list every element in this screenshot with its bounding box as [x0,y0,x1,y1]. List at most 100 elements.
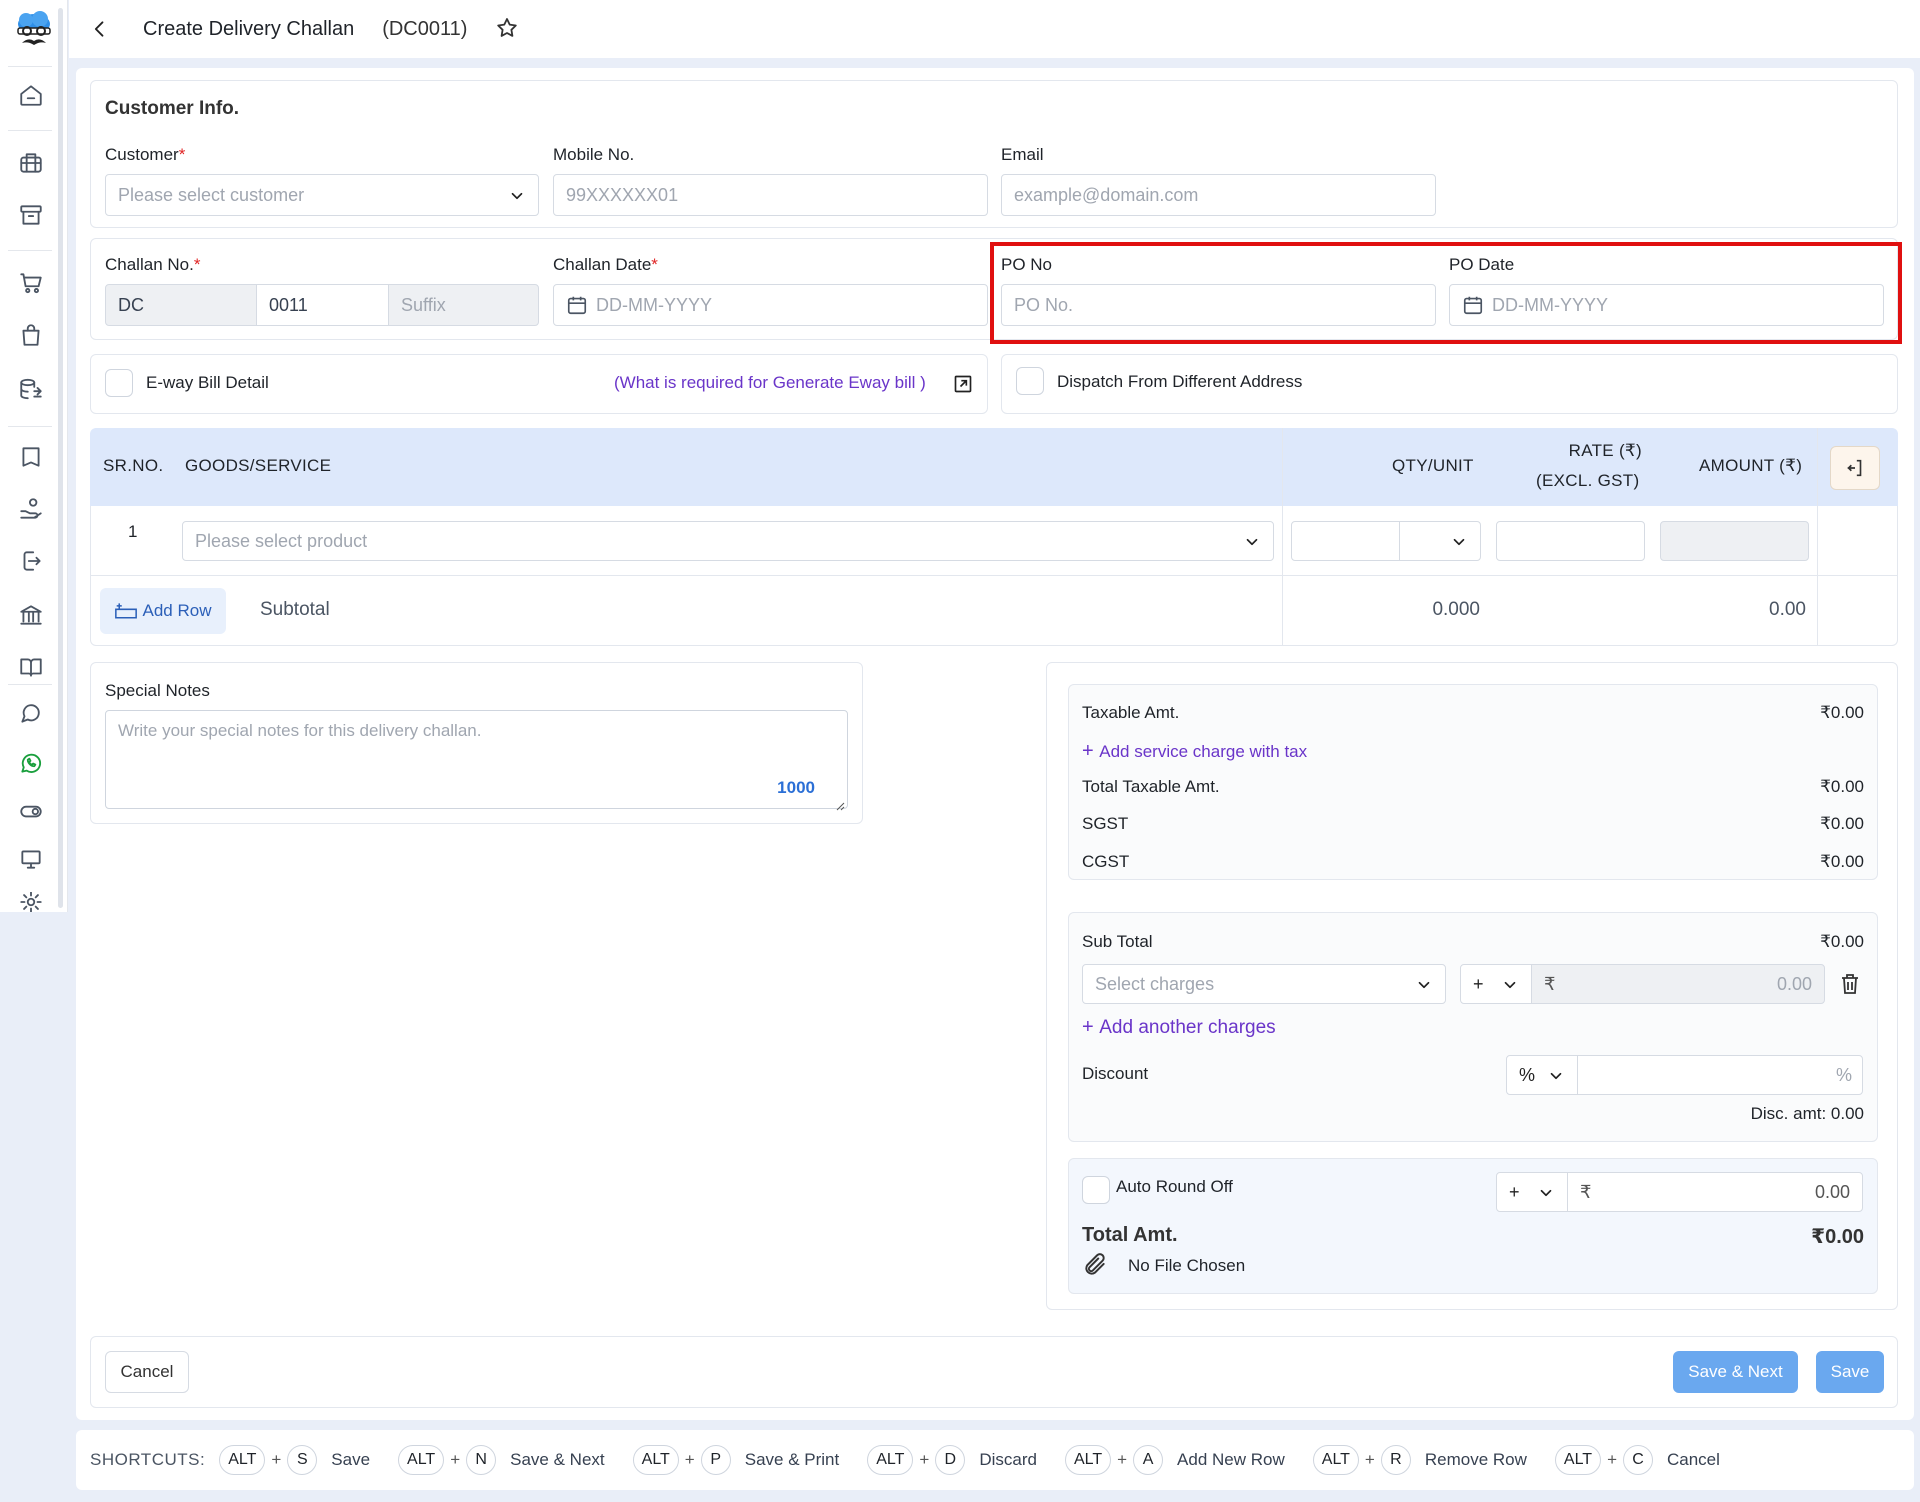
delete-charge-icon[interactable] [1838,972,1862,996]
dispatch-label: Dispatch From Different Address [1057,372,1303,391]
chevron-left-icon [94,21,104,37]
support-chat-icon[interactable] [16,698,46,728]
cart-icon[interactable] [16,268,46,298]
external-link-icon[interactable] [953,374,973,394]
page-header: Create Delivery Challan (DC0011) [69,0,1920,58]
challan-number-input[interactable]: 0011 [256,284,389,326]
archive-icon[interactable] [16,200,46,230]
product-select[interactable]: Please select product [182,521,1274,561]
auto-round-off-checkbox[interactable] [1082,1176,1110,1204]
sidebar-scrollbar[interactable] [58,8,63,908]
challan-suffix-field[interactable]: Suffix [388,284,539,326]
back-button[interactable] [85,14,115,44]
save-next-button[interactable]: Save & Next [1673,1351,1798,1393]
round-off-amount-input[interactable]: ₹0.00 [1567,1172,1863,1212]
charge-sign-select[interactable]: + [1460,964,1532,1004]
sign-out-icon[interactable] [16,546,46,576]
po-highlight-box [990,242,1902,344]
shortcut-key: A [1133,1445,1164,1475]
monitor-icon[interactable] [16,844,46,874]
customer-label: Customer* [105,145,186,164]
col-qty: QTY/UNIT [1392,456,1474,475]
sidebar-divider [8,250,52,251]
column-settings-button[interactable] [1830,446,1880,490]
sidebar-divider [8,130,52,131]
home-icon[interactable] [16,80,46,110]
special-notes-textarea[interactable]: Write your special notes for this delive… [105,710,848,811]
save-button[interactable]: Save [1816,1351,1884,1393]
dispatch-checkbox[interactable] [1016,367,1044,395]
add-row-button[interactable]: Add Row [100,588,226,634]
email-label: Email [1001,145,1044,164]
customer-info-title: Customer Info. [105,98,240,119]
chevron-down-icon [1415,976,1433,994]
sgst-label: SGST [1082,814,1129,833]
qty-input[interactable] [1291,521,1400,561]
chevron-down-icon [1501,976,1519,994]
round-sign-select[interactable]: + [1496,1172,1568,1212]
shortcut-label: Remove Row [1424,1450,1527,1469]
toggle-icon[interactable] [16,796,46,826]
paperclip-icon[interactable] [1082,1252,1108,1278]
charges-select[interactable]: Select charges [1082,964,1446,1004]
rate-input[interactable] [1496,521,1645,561]
challan-date-input[interactable]: DD-MM-YYYY [553,284,988,326]
resize-handle-icon[interactable] [835,796,845,811]
shortcut-key: N [466,1445,497,1475]
bank-icon[interactable] [16,600,46,630]
subtotal-label: Subtotal [260,599,330,620]
chevron-down-icon [1243,533,1261,551]
hand-coins-icon[interactable] [16,494,46,524]
mobile-input[interactable]: 99XXXXXX01 [553,174,988,216]
shopping-bag-icon[interactable] [16,320,46,350]
shortcut-mod-key: ALT [1312,1445,1359,1475]
sidebar-divider [8,684,52,685]
subtotal-qty: 0.000 [1432,599,1480,620]
star-icon [497,18,518,37]
shortcut-mod-key: ALT [1064,1445,1112,1475]
briefcase-icon[interactable] [16,148,46,178]
shortcut-mod-key: ALT [867,1445,914,1475]
amount-field [1660,521,1809,561]
cancel-button[interactable]: Cancel [105,1351,189,1393]
shortcut-key: P [700,1445,731,1475]
chevron-down-icon [1547,1067,1565,1085]
row-number: 1 [128,522,138,541]
shortcut-label: Save [331,1450,371,1469]
discount-input[interactable]: % [1577,1055,1863,1095]
subtotal-amount: 0.00 [1769,599,1806,620]
favorite-button[interactable] [495,16,521,42]
add-service-charge-link[interactable]: + Add service charge with tax [1082,740,1307,763]
total-taxable-value: ₹0.00 [1820,777,1864,796]
charge-amount-input[interactable]: ₹0.00 [1531,964,1825,1004]
settings-icon[interactable] [16,892,46,912]
ledger-icon[interactable] [16,442,46,472]
col-sr-no: SR.NO. [103,456,164,475]
app-logo[interactable] [14,10,54,52]
discount-amount: Disc. amt: 0.00 [1750,1104,1864,1123]
add-row-icon [114,603,137,619]
items-table-header [90,428,1898,506]
book-open-icon[interactable] [16,652,46,682]
stock-transfer-icon[interactable] [16,374,46,404]
cgst-value: ₹0.00 [1820,852,1864,871]
whatsapp-icon[interactable] [16,748,46,778]
col-amount: AMOUNT (₹) [1699,456,1803,475]
auto-round-off-label: Auto Round Off [1116,1177,1233,1196]
page-title: Create Delivery Challan [143,17,355,40]
email-input[interactable]: example@domain.com [1001,174,1436,216]
sidebar [0,0,68,912]
discount-type-select[interactable]: % [1506,1055,1578,1095]
shortcuts-bar: SHORTCUTS: ALT + S Save ALT + N Save & Next AL… [76,1430,1914,1490]
special-notes-label: Special Notes [105,681,210,700]
col-rate-sub: (EXCL. GST) [1536,471,1640,490]
add-another-charges-link[interactable]: + Add another charges [1082,1016,1276,1039]
calendar-icon [566,294,588,316]
shortcuts-title: SHORTCUTS: [90,1450,206,1469]
eway-help-link[interactable]: (What is required for Generate Eway bill… [614,373,926,393]
total-amount-value: ₹0.00 [1811,1226,1864,1248]
eway-bill-checkbox[interactable] [105,369,133,397]
unit-select[interactable] [1399,521,1481,561]
challan-prefix-field[interactable]: DC [105,284,257,326]
customer-select[interactable]: Please select customer [105,174,539,216]
